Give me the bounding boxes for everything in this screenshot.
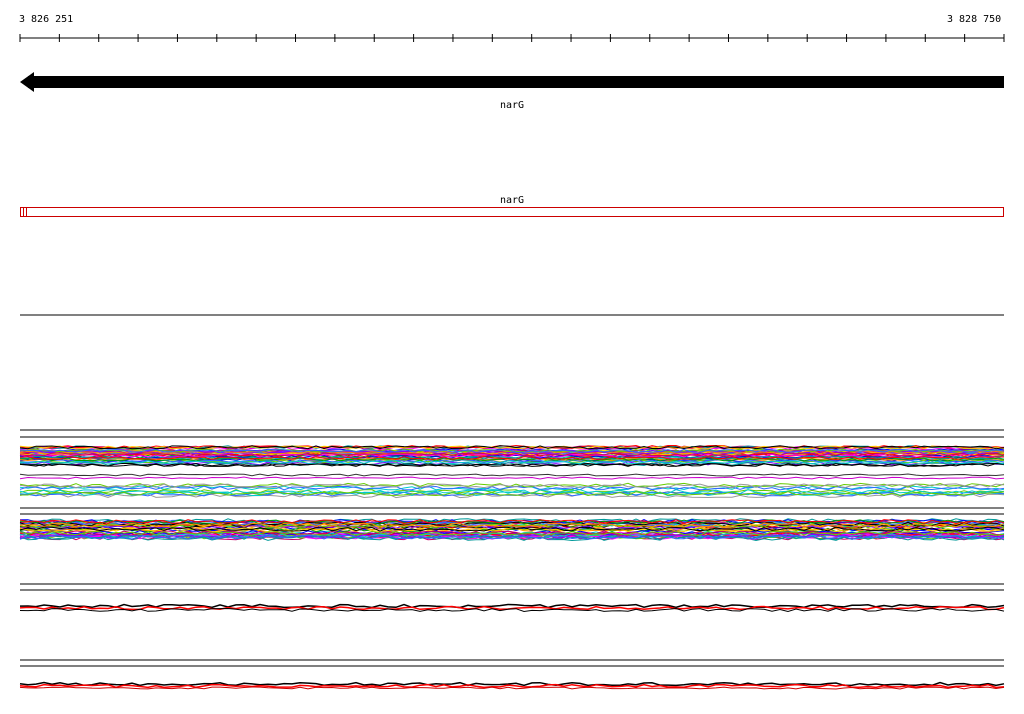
coverage-trace <box>19 607 1005 613</box>
gene-arrowhead <box>20 72 34 92</box>
coverage-trace <box>19 473 1005 477</box>
coordinate-ruler <box>19 34 1005 42</box>
gene-track <box>20 72 1004 92</box>
genome-browser-canvas <box>19 34 1005 690</box>
annotation-feature-narG[interactable] <box>20 207 1004 217</box>
gene-body-narG[interactable] <box>28 76 1004 88</box>
coverage-tracks <box>19 429 1005 690</box>
coverage-trace <box>19 476 1005 480</box>
coverage-trace <box>19 603 1005 609</box>
annotation-track <box>20 207 1004 217</box>
